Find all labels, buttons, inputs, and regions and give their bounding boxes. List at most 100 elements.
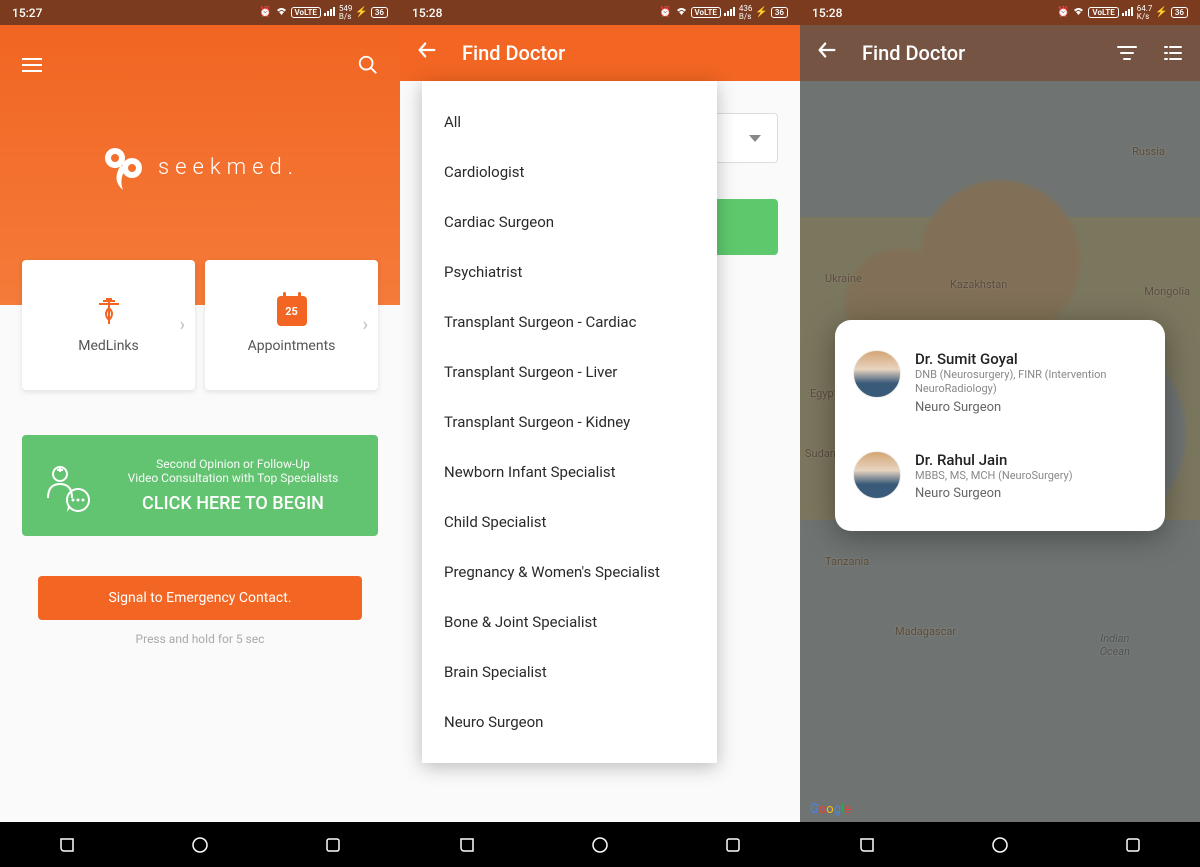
wifi-icon (1072, 6, 1085, 19)
filter-button[interactable] (1116, 42, 1138, 64)
avatar (853, 350, 901, 398)
logo-icon (101, 140, 146, 195)
find-doctor-body: All Cardiologist Cardiac Surgeon Psychia… (400, 81, 800, 822)
charging-icon: ⚡ (755, 7, 767, 18)
screen-home: 15:27 ⏰ VoLTE 549 B/s ⚡ 36 (0, 0, 400, 867)
hold-hint: Press and hold for 5 sec (0, 632, 400, 646)
status-time: 15:28 (812, 6, 842, 20)
specialty-option[interactable]: All (422, 97, 717, 147)
status-bar: 15:27 ⏰ VoLTE 549 B/s ⚡ 36 (0, 0, 400, 25)
logo-text: seekmed. (158, 155, 299, 180)
battery-badge: 36 (1171, 7, 1188, 18)
medlinks-card[interactable]: MedLinks › (22, 260, 195, 390)
doctor-specialty: Neuro Surgeon (915, 400, 1147, 415)
signal-icon (724, 6, 736, 19)
specialty-option[interactable]: Transplant Surgeon - Cardiac (422, 297, 717, 347)
app-bar: Find Doctor (400, 25, 800, 81)
nav-home-button[interactable] (590, 835, 610, 855)
screen-find-doctor-list: 15:28 ⏰ VoLTE 436 B/s ⚡ 36 Find Doctor (400, 0, 800, 867)
appointments-card[interactable]: 25 Appointments › (205, 260, 378, 390)
doctor-specialty: Neuro Surgeon (915, 486, 1073, 501)
nav-recents-button[interactable] (723, 835, 743, 855)
specialty-option[interactable]: Cardiac Surgeon (422, 197, 717, 247)
filter-icon (1116, 42, 1138, 64)
doctor-item[interactable]: Dr. Rahul Jain MBBS, MS, MCH (NeuroSurge… (853, 443, 1147, 509)
android-navbar (0, 822, 400, 867)
charging-icon: ⚡ (1155, 7, 1167, 18)
doctor-name: Dr. Rahul Jain (915, 451, 1073, 469)
specialty-option[interactable]: Child Specialist (422, 497, 717, 547)
search-button[interactable] (356, 53, 380, 77)
status-bar: 15:28 ⏰ VoLTE 64.7 K/s ⚡ 36 (800, 0, 1200, 25)
alarm-icon: ⏰ (1057, 7, 1069, 18)
nav-back-button[interactable] (457, 835, 477, 855)
volte-badge: VoLTE (1088, 7, 1118, 18)
doctors-card: Dr. Sumit Goyal DNB (Neurosurgery), FINR… (835, 320, 1165, 531)
video-consult-banner[interactable]: Second Opinion or Follow-Up Video Consul… (22, 435, 378, 536)
specialty-option[interactable]: Cardiologist (422, 147, 717, 197)
specialty-option[interactable]: Bone & Joint Specialist (422, 597, 717, 647)
list-icon (1162, 42, 1184, 64)
card-label: Appointments (248, 338, 336, 354)
doctor-chat-icon (40, 460, 92, 512)
android-navbar (800, 822, 1200, 867)
doctor-credentials: DNB (Neurosurgery), FINR (Intervention N… (915, 368, 1147, 397)
status-icons: ⏰ VoLTE 436 B/s ⚡ 36 (659, 5, 788, 21)
screen-find-doctor-map: Russia Ukraine Kazakhstan Mongolia Egypt… (800, 0, 1200, 867)
nav-back-button[interactable] (57, 835, 77, 855)
specialty-option[interactable]: Newborn Infant Specialist (422, 447, 717, 497)
page-title: Find Doctor (862, 41, 965, 65)
status-icons: ⏰ VoLTE 549 B/s ⚡ 36 (259, 5, 388, 21)
avatar (853, 451, 901, 499)
specialty-option[interactable]: Psychiatrist (422, 247, 717, 297)
list-view-button[interactable] (1162, 42, 1184, 64)
home-body: MedLinks › 25 Appointments › (0, 305, 400, 822)
nav-recents-button[interactable] (1123, 835, 1143, 855)
specialty-option[interactable]: Transplant Surgeon - Kidney (422, 397, 717, 447)
chevron-right-icon: › (363, 315, 368, 336)
page-title: Find Doctor (462, 41, 565, 65)
specialty-option[interactable]: Brain Specialist (422, 647, 717, 697)
status-bar: 15:28 ⏰ VoLTE 436 B/s ⚡ 36 (400, 0, 800, 25)
doctor-item[interactable]: Dr. Sumit Goyal DNB (Neurosurgery), FINR… (853, 342, 1147, 423)
volte-badge: VoLTE (291, 7, 321, 18)
search-icon (357, 54, 379, 76)
battery-badge: 36 (371, 7, 388, 18)
google-attribution: Google (810, 802, 851, 817)
emergency-button[interactable]: Signal to Emergency Contact. (38, 576, 362, 620)
banner-cta: CLICK HERE TO BEGIN (106, 493, 360, 514)
menu-button[interactable] (20, 53, 44, 77)
status-icons: ⏰ VoLTE 64.7 K/s ⚡ 36 (1057, 5, 1188, 21)
app-logo: seekmed. (0, 140, 400, 195)
app-bar: Find Doctor (800, 25, 1200, 81)
nav-home-button[interactable] (190, 835, 210, 855)
back-button[interactable] (816, 39, 838, 67)
card-label: MedLinks (78, 338, 139, 354)
signal-icon (324, 6, 336, 19)
nav-back-button[interactable] (857, 835, 877, 855)
hamburger-icon (22, 58, 42, 72)
status-time: 15:27 (12, 6, 42, 20)
nav-home-button[interactable] (990, 835, 1010, 855)
nav-recents-button[interactable] (323, 835, 343, 855)
android-navbar (400, 822, 800, 867)
specialty-option[interactable]: Transplant Surgeon - Liver (422, 347, 717, 397)
wifi-icon (675, 6, 688, 19)
charging-icon: ⚡ (355, 7, 367, 18)
arrow-left-icon (816, 39, 838, 61)
signal-icon (1122, 6, 1134, 19)
volte-badge: VoLTE (691, 7, 721, 18)
specialty-option[interactable]: Pregnancy & Women's Specialist (422, 547, 717, 597)
specialty-menu: All Cardiologist Cardiac Surgeon Psychia… (422, 81, 717, 763)
medical-icon (95, 296, 123, 326)
back-button[interactable] (416, 39, 438, 67)
wifi-icon (275, 6, 288, 19)
calendar-icon: 25 (277, 296, 307, 326)
alarm-icon: ⏰ (259, 7, 271, 18)
doctor-name: Dr. Sumit Goyal (915, 350, 1147, 368)
chevron-right-icon: › (180, 315, 185, 336)
specialty-option[interactable]: Neuro Surgeon (422, 697, 717, 747)
status-time: 15:28 (412, 6, 442, 20)
arrow-left-icon (416, 39, 438, 61)
chevron-down-icon (749, 135, 761, 142)
